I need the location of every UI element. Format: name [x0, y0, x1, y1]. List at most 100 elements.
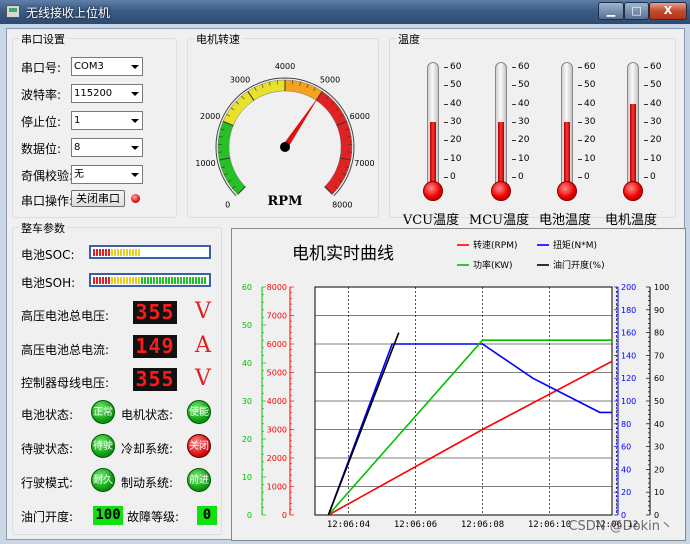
- thermo-tick-label: 0: [518, 172, 524, 182]
- thermo-tick: [512, 177, 516, 178]
- chevron-down-icon: [131, 92, 139, 96]
- bar-segment: [189, 277, 191, 284]
- thermo-tick: [444, 85, 448, 87]
- battery-state-label: 电池状态:: [21, 408, 74, 422]
- bar-segment: [153, 249, 155, 256]
- bar-segment: [135, 249, 137, 256]
- port-value: COM3: [74, 61, 104, 72]
- y-tick-label-torque: 100: [621, 397, 636, 406]
- y-tick-label-throttle: 20: [654, 465, 664, 474]
- thermo-tick-label: 10: [650, 153, 662, 164]
- thermo-label: 电池温度: [538, 213, 591, 228]
- thermo-tick-label: 40: [584, 98, 596, 109]
- y-tick-label-power: 10: [242, 473, 252, 482]
- bar-segment: [147, 249, 149, 256]
- motor-state-indicator: 使能: [187, 400, 211, 424]
- bar-segment: [99, 277, 101, 284]
- window-title: 无线接收上位机: [26, 6, 111, 20]
- bar-segment: [177, 277, 179, 284]
- y-tick-label-rpm: 2000: [267, 454, 287, 463]
- thermo-bulb: [623, 181, 643, 201]
- motor-chart: 电机实时曲线 12:06:04 12:06:06 12:06:08 12:06:10 12…: [231, 228, 686, 541]
- y-tick-label-rpm: 3000: [267, 426, 287, 435]
- bar-segment: [132, 277, 134, 284]
- thermo-tick-label: 0: [650, 172, 656, 182]
- close-port-button[interactable]: 关闭串口: [71, 190, 125, 207]
- bar-segment: [144, 277, 146, 284]
- bar-segment: [183, 249, 185, 256]
- bar-segment: [117, 277, 119, 284]
- bar-segment: [135, 277, 137, 284]
- data-bits-select[interactable]: 8: [71, 138, 143, 157]
- serial-settings-group: 串口设置 串口号: COM3 波特率: 115200 停止位: 1 数据位: 8…: [12, 31, 177, 218]
- bar-segment: [147, 277, 149, 284]
- soh-bar: [89, 273, 211, 287]
- vehicle-group-title: 整车参数: [19, 220, 67, 236]
- thermometer: 0 10 20 30 40 50 60 VCU温度: [402, 59, 462, 229]
- thermo-tick: [578, 85, 582, 87]
- bar-segment: [174, 249, 176, 256]
- bar-segment: [132, 249, 134, 256]
- legend-label: 油门开度(%): [553, 259, 605, 271]
- gauge-needle: [282, 94, 321, 149]
- thermo-tick: [512, 103, 516, 105]
- thermo-tick-label: 50: [518, 80, 530, 91]
- bar-segment: [171, 277, 173, 284]
- y-tick-label-torque: 180: [621, 306, 636, 315]
- bar-segment: [99, 249, 101, 256]
- y-tick-label-power: 50: [242, 321, 252, 330]
- data-bits-value: 8: [74, 142, 81, 153]
- minimize-button[interactable]: ▁: [598, 2, 624, 20]
- throttle-display: 100: [93, 506, 123, 525]
- bar-segment: [192, 277, 194, 284]
- bar-segment: [123, 249, 125, 256]
- bar-segment: [204, 277, 206, 284]
- bar-segment: [126, 249, 128, 256]
- gauge-tick-label: 0: [225, 200, 230, 209]
- bus-voltage-label: 控制器母线电压:: [21, 376, 110, 390]
- brake-label: 制动系统:: [121, 476, 174, 490]
- thermo-tick-label: 20: [450, 135, 462, 146]
- thermo-tick: [578, 103, 582, 105]
- bar-segment: [186, 277, 188, 284]
- stop-bits-select[interactable]: 1: [71, 111, 143, 130]
- thermo-tick: [644, 140, 648, 142]
- bar-segment: [96, 277, 98, 284]
- drive-mode-label: 行驶模式:: [21, 476, 74, 490]
- y-tick-label-power: 30: [242, 397, 252, 406]
- bar-segment: [138, 277, 140, 284]
- thermo-tick: [444, 140, 448, 142]
- thermo-tick-label: 20: [584, 135, 596, 146]
- y-tick-label-throttle: 80: [654, 329, 664, 338]
- standby-state-indicator: 待驶: [91, 434, 115, 458]
- chevron-down-icon: [131, 146, 139, 150]
- thermo-tick-label: 0: [584, 172, 590, 182]
- thermo-tick-label: 20: [650, 135, 662, 146]
- thermo-tick-label: 10: [518, 153, 530, 164]
- bar-segment: [105, 277, 107, 284]
- data-bits-label: 数据位:: [21, 142, 62, 156]
- y-tick-label-rpm: 8000: [267, 283, 287, 292]
- title-bar: 无线接收上位机 ▁ □ X: [0, 0, 690, 24]
- hv-current-display: 149: [133, 335, 177, 358]
- close-button[interactable]: X: [649, 2, 687, 20]
- throttle-label: 油门开度:: [21, 510, 74, 524]
- thermo-tick: [512, 67, 516, 68]
- thermo-tick-label: 40: [518, 98, 530, 109]
- soc-bar: [89, 245, 211, 259]
- bar-segment: [180, 277, 182, 284]
- bar-segment: [144, 249, 146, 256]
- y-tick-label-throttle: 70: [654, 351, 664, 360]
- thermo-tick: [578, 67, 582, 68]
- thermo-tick-label: 40: [650, 98, 662, 109]
- bar-segment: [96, 249, 98, 256]
- maximize-button[interactable]: □: [624, 2, 649, 20]
- y-tick-label-throttle: 50: [654, 397, 664, 406]
- bar-segment: [198, 277, 200, 284]
- thermo-tick: [644, 103, 648, 105]
- baud-select[interactable]: 115200: [71, 84, 143, 103]
- port-select[interactable]: COM3: [71, 57, 143, 76]
- hv-current-unit: A: [195, 333, 211, 358]
- thermo-tick-label: 10: [450, 153, 462, 164]
- parity-select[interactable]: 无: [71, 165, 143, 184]
